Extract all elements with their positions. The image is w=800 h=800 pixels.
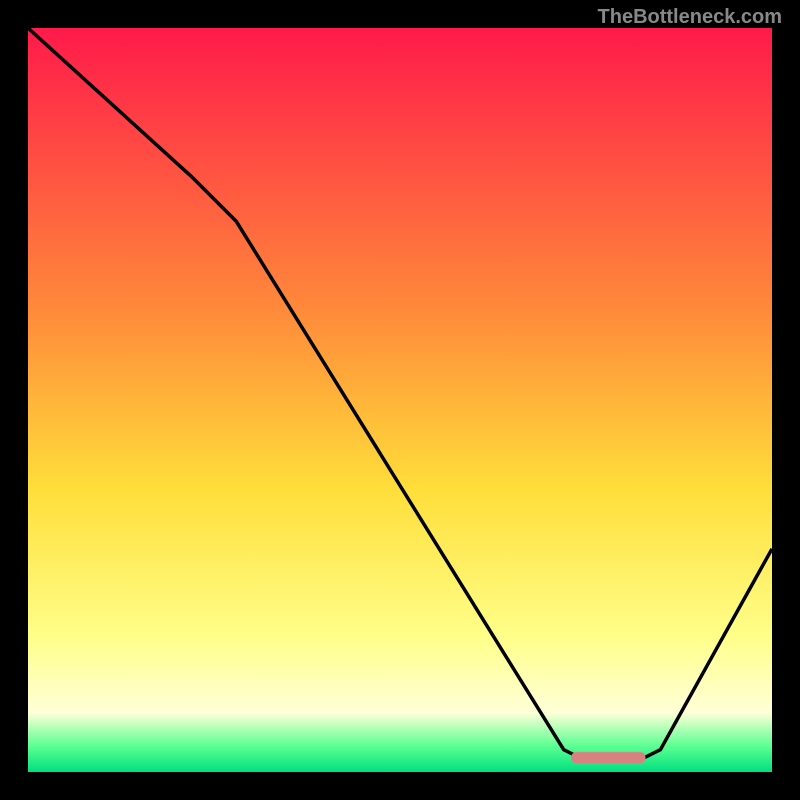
optimal-marker: [571, 752, 645, 763]
watermark-text: TheBottleneck.com: [598, 6, 782, 29]
chart-svg: [28, 28, 772, 772]
gradient-background: [28, 28, 772, 772]
chart-area: [28, 28, 772, 772]
